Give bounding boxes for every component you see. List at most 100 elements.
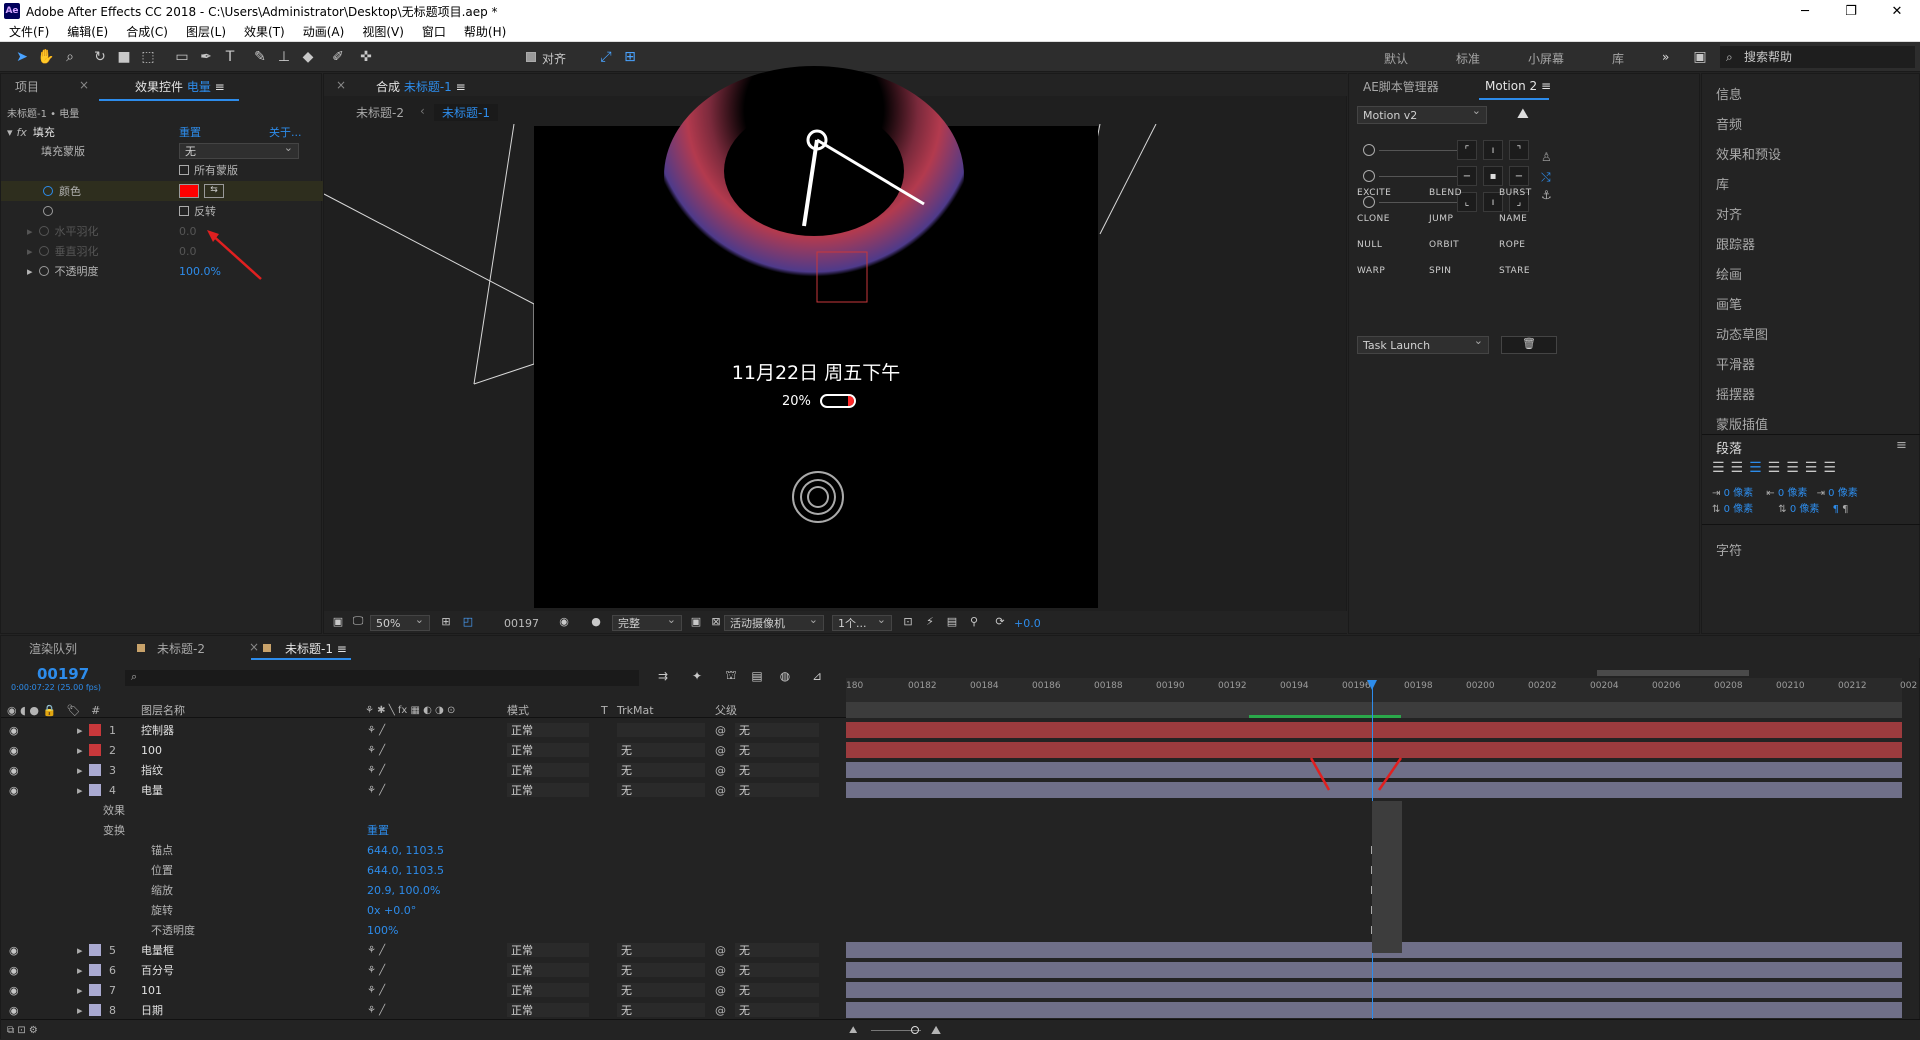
property-value[interactable]: 644.0, 1103.5 — [367, 862, 444, 878]
motion-btn-rope[interactable]: ROPE — [1499, 240, 1525, 250]
zoom-in-icon[interactable]: ⛰ — [931, 1022, 941, 1038]
pan-behind-tool-icon[interactable]: ⬚ — [138, 47, 158, 67]
anchor-top-left[interactable]: ⌜ — [1457, 140, 1477, 160]
visibility-eye-icon[interactable]: ◉ — [9, 944, 19, 957]
layer-duration-bar[interactable] — [846, 982, 1902, 998]
motion-version-dropdown[interactable]: Motion v2 — [1357, 104, 1487, 124]
anchor-top[interactable]: ı — [1483, 140, 1503, 160]
layer-name[interactable]: 100 — [141, 744, 162, 757]
anchor-lock-icon[interactable]: ♙ — [1541, 150, 1552, 164]
frame-blending-icon[interactable]: ▤ — [747, 666, 767, 686]
camera-tool-icon[interactable]: ■ — [114, 47, 134, 67]
roi-icon[interactable]: ▣ — [686, 611, 706, 631]
mode-dropdown[interactable]: 正常 — [507, 983, 589, 997]
tab-project[interactable]: 项目 — [15, 78, 39, 95]
trkmat-dropdown[interactable]: 无 — [617, 943, 705, 957]
property-value[interactable]: 644.0, 1103.5 — [367, 842, 444, 858]
rotate-tool-icon[interactable]: ↻ — [90, 47, 110, 67]
motion-btn-stare[interactable]: STARE — [1499, 266, 1530, 276]
visibility-eye-icon[interactable]: ◉ — [9, 744, 19, 757]
visibility-eye-icon[interactable]: ◉ — [9, 984, 19, 997]
layer-switches[interactable]: ⚘ ╱ — [367, 965, 385, 976]
region-icon[interactable]: ◰ — [458, 611, 478, 631]
motion-btn-orbit[interactable]: ORBIT — [1429, 240, 1459, 250]
search-help-input[interactable]: ⌕ 搜索帮助 — [1720, 46, 1915, 68]
snap-icon[interactable]: ⤢ — [596, 47, 616, 67]
layer-duration-bar[interactable] — [846, 1002, 1902, 1018]
zoom-tool-icon[interactable]: ⌕ — [60, 47, 80, 67]
graph-editor-icon[interactable]: ⊿ — [807, 666, 827, 686]
column-mode[interactable]: 模式 — [507, 702, 529, 718]
motion-btn-spin[interactable]: SPIN — [1429, 266, 1452, 276]
panel-item-7[interactable]: 画笔 — [1716, 294, 1742, 313]
hand-tool-icon[interactable]: ✋ — [36, 47, 56, 67]
grid-icon[interactable]: ⊞ — [436, 611, 456, 631]
parent-dropdown[interactable]: 无 — [735, 783, 819, 797]
property-value[interactable]: 0x +0.0° — [367, 902, 416, 918]
task-launch-dropdown[interactable]: Task Launch — [1357, 334, 1489, 354]
layer-row-7[interactable]: ◉ ▸ 7 101 ⚘ ╱ 正常 无 @ 无 — [1, 980, 846, 1000]
label-color[interactable] — [89, 784, 101, 796]
all-masks-checkbox[interactable]: 所有蒙版 — [179, 162, 238, 178]
panel-item-8[interactable]: 动态草图 — [1716, 324, 1768, 343]
layer-name[interactable]: 日期 — [141, 1002, 163, 1018]
expand-arrow-icon[interactable]: ▸ — [77, 944, 83, 957]
resolution-dropdown[interactable]: 完整 — [612, 613, 682, 631]
snapshot-icon[interactable]: ▣ — [328, 611, 348, 631]
snap-grid-icon[interactable]: ⊞ — [620, 47, 640, 67]
layer-name[interactable]: 指纹 — [141, 762, 163, 778]
property-value[interactable]: 100% — [367, 922, 398, 938]
motion-btn-clone[interactable]: CLONE — [1357, 214, 1390, 224]
trkmat-dropdown[interactable]: 无 — [617, 763, 705, 777]
delete-trash-icon[interactable]: 🗑 — [1501, 336, 1557, 354]
label-color[interactable] — [89, 764, 101, 776]
pickwhip-icon[interactable]: @ — [715, 724, 726, 737]
zoom-dropdown[interactable]: 50% — [370, 613, 430, 631]
tab-composition[interactable]: 合成 未标题-1 ≡ — [376, 78, 466, 95]
type-tool-icon[interactable]: T — [220, 47, 240, 67]
reset-button[interactable]: 重置 — [179, 124, 201, 140]
timeline-bottom-toggles[interactable]: ⧉ ⊡ ⚙ — [7, 1022, 38, 1038]
workspace-small-screen[interactable]: 小屏幕 — [1528, 50, 1564, 67]
pickwhip-icon[interactable]: @ — [715, 784, 726, 797]
close-button[interactable]: ✕ — [1874, 0, 1920, 22]
motion-btn-burst[interactable]: BURST — [1499, 188, 1532, 198]
parent-dropdown[interactable]: 无 — [735, 963, 819, 977]
visibility-eye-icon[interactable]: ◉ — [9, 764, 19, 777]
parent-dropdown[interactable]: 无 — [735, 943, 819, 957]
layer-name[interactable]: 101 — [141, 984, 162, 997]
spacing-controls[interactable]: ⇅ 0 像素 ⇅ 0 像素 ¶ ¶ — [1712, 500, 1849, 515]
minimize-button[interactable]: ─ — [1782, 0, 1828, 22]
breadcrumb-comp2[interactable]: 未标题-2 — [356, 104, 404, 121]
mode-dropdown[interactable]: 正常 — [507, 1003, 589, 1017]
menu-view[interactable]: 视图(V) — [353, 23, 413, 40]
layer-switches[interactable]: ⚘ ╱ — [367, 725, 385, 736]
pickwhip-icon[interactable]: @ — [715, 764, 726, 777]
pickwhip-icon[interactable]: @ — [715, 984, 726, 997]
layer-row-3[interactable]: ◉ ▸ 3 指纹 ⚘ ╱ 正常 无 @ 无 — [1, 760, 846, 780]
trkmat-dropdown[interactable]: 无 — [617, 1003, 705, 1017]
tab-scripts-manager[interactable]: AE脚本管理器 — [1363, 78, 1439, 95]
layer-switches[interactable]: ⚘ ╱ — [367, 765, 385, 776]
exposure-reset-icon[interactable]: ⟳ — [990, 611, 1010, 631]
flowchart-icon[interactable]: ⚲ — [964, 611, 984, 631]
layer-row-8[interactable]: ◉ ▸ 8 日期 ⚘ ╱ 正常 无 @ 无 — [1, 1000, 846, 1020]
transform-reset-button[interactable]: 重置 — [367, 822, 389, 838]
motion-btn-warp[interactable]: WARP — [1357, 266, 1385, 276]
mode-dropdown[interactable]: 正常 — [507, 963, 589, 977]
eyedropper-icon[interactable]: ⇆ — [204, 184, 224, 198]
layer-name[interactable]: 电量框 — [141, 942, 174, 958]
label-color[interactable] — [89, 984, 101, 996]
motion-btn-blend[interactable]: BLEND — [1429, 188, 1462, 198]
views-dropdown[interactable]: 1个... — [832, 613, 892, 631]
layer-row-6[interactable]: ◉ ▸ 6 百分号 ⚘ ╱ 正常 无 @ 无 — [1, 960, 846, 980]
clone-stamp-tool-icon[interactable]: ⊥ — [274, 47, 294, 67]
tab-effect-controls[interactable]: 效果控件 电量 ≡ — [135, 78, 225, 95]
parent-dropdown[interactable]: 无 — [735, 763, 819, 777]
color-channels-icon[interactable]: ● — [586, 611, 606, 631]
label-color[interactable] — [89, 1004, 101, 1016]
camera-dropdown[interactable]: 活动摄像机 — [724, 613, 824, 631]
layer-switches[interactable]: ⚘ ╱ — [367, 745, 385, 756]
exposure-value[interactable]: +0.0 — [1014, 615, 1041, 631]
panel-item-3[interactable]: 库 — [1716, 174, 1729, 193]
